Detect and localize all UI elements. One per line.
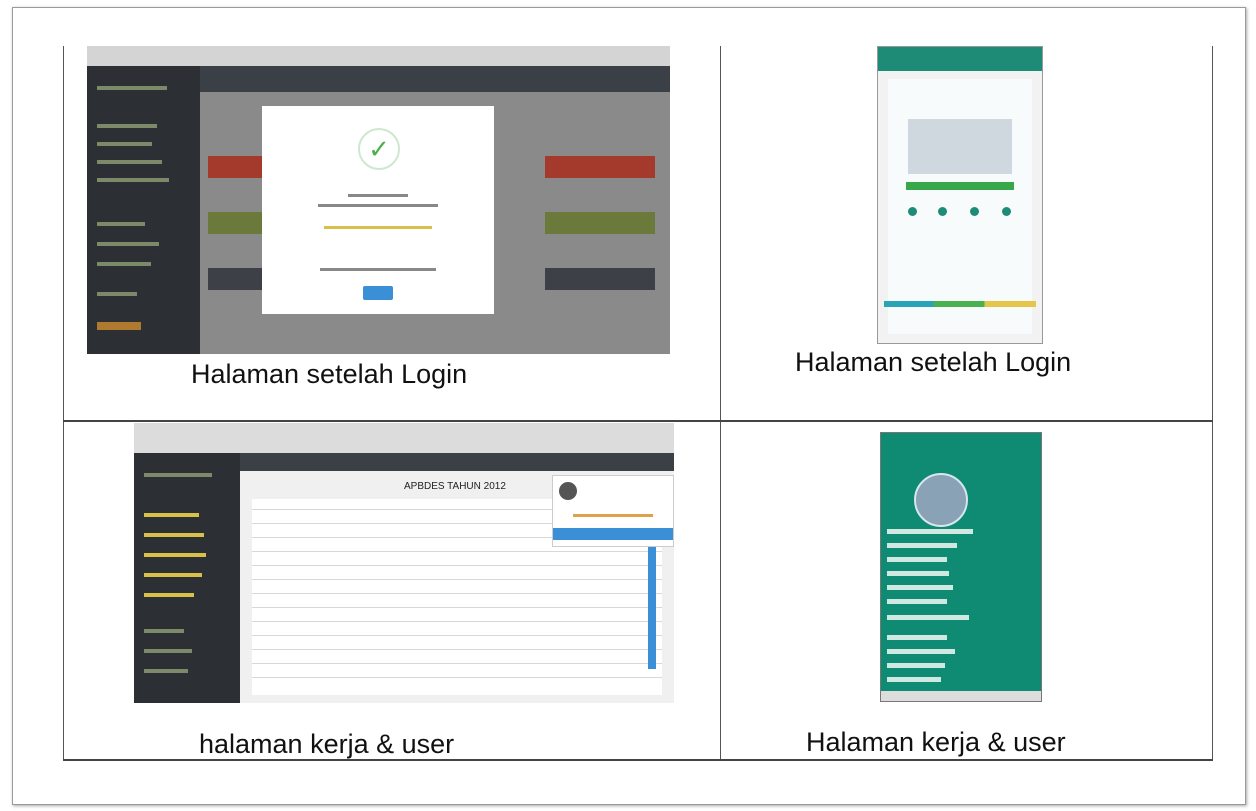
menu-item[interactable] <box>887 677 941 682</box>
sidebar-item <box>97 160 162 164</box>
dashboard-sidebar <box>87 66 200 354</box>
sidebar-item <box>144 553 206 557</box>
dashboard-sidebar <box>134 453 240 703</box>
sidebar-item <box>144 533 204 537</box>
browser-toolbar <box>134 423 674 453</box>
sidebar-item <box>144 473 212 477</box>
grid-line-center <box>63 420 1213 422</box>
action-buttons-column[interactable] <box>648 529 656 669</box>
check-icon: ✓ <box>358 128 400 170</box>
caption-top-right: Halaman setelah Login <box>795 347 1072 377</box>
table-row <box>252 593 662 594</box>
success-modal: ✓ <box>262 106 494 314</box>
table-row <box>252 579 662 580</box>
desktop-work-screenshot: APBDES TAHUN 2012 <box>134 423 674 703</box>
poster-icon <box>970 207 979 216</box>
sidebar-logo <box>97 322 141 330</box>
desktop-login-screenshot: ✓ <box>87 46 670 354</box>
modal-text <box>320 268 436 271</box>
table-row <box>252 635 662 636</box>
top-nav <box>200 66 670 92</box>
menu-item[interactable] <box>887 649 955 654</box>
poster-icon <box>938 207 947 216</box>
table-row <box>252 663 662 664</box>
modal-highlight-text <box>324 226 432 229</box>
sidebar-item <box>97 242 159 246</box>
color-stripe <box>884 301 1036 307</box>
sidebar-item <box>97 292 137 296</box>
sidebar-item <box>97 142 152 146</box>
top-nav <box>240 453 674 471</box>
modal-text <box>318 204 438 207</box>
nav-bar <box>881 691 1041 701</box>
dark-panel <box>545 268 655 290</box>
table-title: APBDES TAHUN 2012 <box>404 481 506 492</box>
table-row <box>252 649 662 650</box>
table-row <box>252 621 662 622</box>
table-row <box>252 607 662 608</box>
leaders-photo <box>908 119 1012 174</box>
browser-toolbar <box>87 46 670 66</box>
menu-item[interactable] <box>887 663 945 668</box>
welcome-poster <box>888 79 1032 334</box>
menu-item[interactable] <box>887 571 949 576</box>
menu-item[interactable] <box>887 585 953 590</box>
sidebar-item <box>144 593 194 597</box>
logout-button[interactable] <box>553 528 673 540</box>
ok-button[interactable] <box>363 286 393 300</box>
sidebar-item <box>97 222 145 226</box>
menu-item[interactable] <box>887 557 947 562</box>
menu-item[interactable] <box>887 615 969 620</box>
grid-line-middle <box>720 46 721 760</box>
sidebar-item <box>144 629 184 633</box>
caption-bottom-right: Halaman kerja & user <box>806 727 1066 757</box>
menu-item[interactable] <box>887 529 973 534</box>
table-row <box>252 677 662 678</box>
table-row <box>252 565 662 566</box>
avatar <box>914 473 968 527</box>
poster-banner <box>906 182 1014 190</box>
grid-line-left <box>63 46 64 760</box>
sidebar-item <box>144 649 192 653</box>
sidebar-item <box>97 178 169 182</box>
table-row <box>252 551 662 552</box>
modal-text <box>348 194 408 197</box>
grid-line-right <box>1212 46 1213 760</box>
sidebar-item <box>97 124 157 128</box>
menu-item[interactable] <box>887 599 947 604</box>
menu-item[interactable] <box>887 543 957 548</box>
red-panel <box>545 156 655 178</box>
olive-panel <box>545 212 655 234</box>
mobile-login-screenshot <box>877 46 1043 344</box>
poster-icon <box>1002 207 1011 216</box>
sidebar-item <box>97 86 167 90</box>
poster-icon <box>908 207 917 216</box>
sidebar-item <box>97 262 151 266</box>
app-header <box>878 47 1042 71</box>
caption-top-left: Halaman setelah Login <box>191 359 468 389</box>
user-popup <box>552 475 674 547</box>
menu-item[interactable] <box>887 635 947 640</box>
sidebar-item <box>144 669 188 673</box>
sidebar-item <box>144 573 202 577</box>
mobile-work-screenshot <box>880 432 1042 702</box>
avatar <box>559 482 577 500</box>
caption-bottom-left: halaman kerja & user <box>199 729 455 759</box>
sidebar-item <box>144 513 199 517</box>
popup-text <box>573 514 653 517</box>
